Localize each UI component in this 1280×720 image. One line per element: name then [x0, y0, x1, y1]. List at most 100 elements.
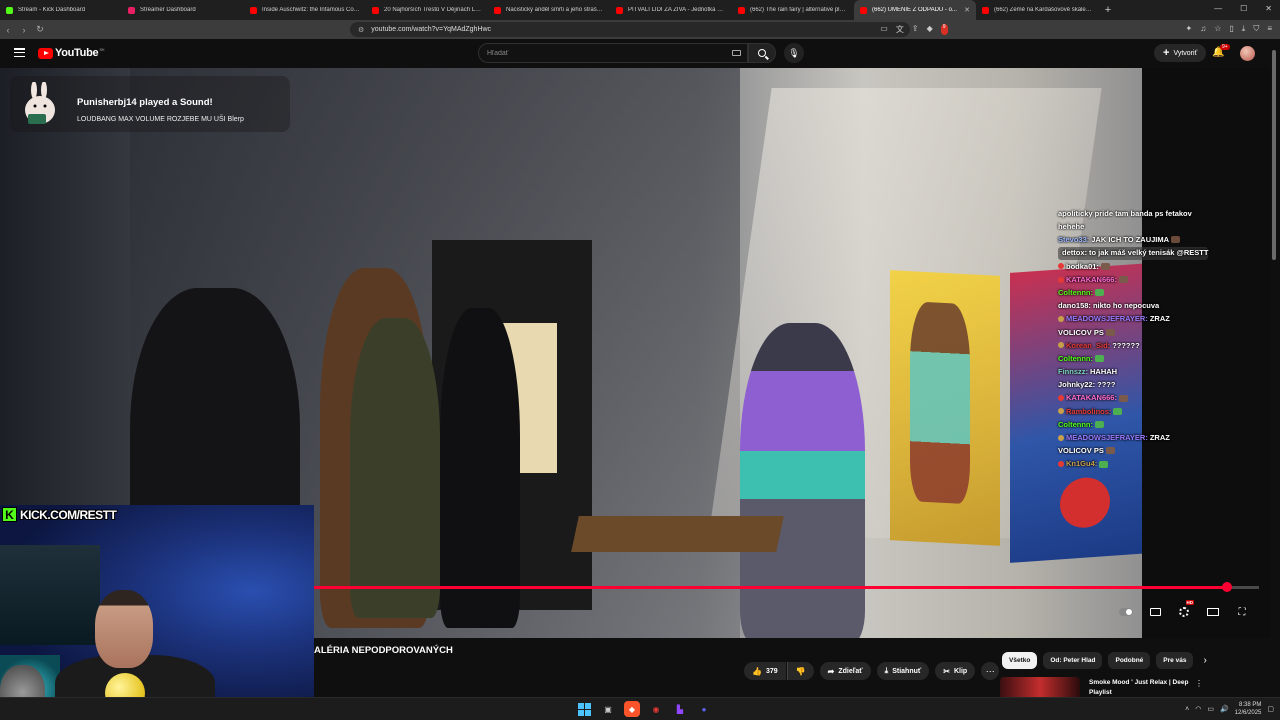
recommended-more-icon[interactable]: ⋮: [1195, 679, 1203, 688]
chat-message: VOLICOV PS: [1058, 326, 1208, 339]
translate-icon[interactable]: 文: [896, 24, 904, 35]
maximize-icon[interactable]: ☐: [1240, 4, 1247, 13]
puzzle-icon[interactable]: ✦: [1186, 24, 1193, 35]
scrubber-handle[interactable]: [1221, 582, 1232, 592]
chat-username: Finnszz:: [1058, 367, 1088, 377]
clip-button[interactable]: ✂ Klip: [935, 662, 976, 680]
twitch-icon[interactable]: ▙: [672, 701, 688, 717]
chat-username: Coltennn:: [1058, 419, 1093, 429]
reload-icon[interactable]: ↻: [32, 24, 48, 35]
kick-url: KICK.COM/RESTT: [20, 507, 117, 522]
share-page-icon[interactable]: ⇪: [912, 24, 919, 35]
chip-from-channel[interactable]: Od: Peter Hlad: [1043, 652, 1103, 669]
forward-icon[interactable]: ›: [16, 25, 32, 35]
discord-icon[interactable]: ●: [696, 701, 712, 717]
recommended-subtitle: Playlist: [1089, 689, 1112, 696]
chip-all[interactable]: Všetko: [1002, 652, 1038, 669]
subtitles-button[interactable]: [1147, 604, 1163, 620]
recommended-video[interactable]: Smoke Mood ' Just Relax | Deep Playlist …: [1000, 677, 1203, 697]
cast-icon[interactable]: ▭: [880, 24, 888, 35]
chat-text: apoliticky pride tam banda ps fetakov: [1058, 208, 1192, 218]
tab-close-icon[interactable]: ✕: [964, 6, 970, 14]
shield-icon[interactable]: ⛉: [1253, 24, 1259, 35]
search-input[interactable]: [487, 49, 717, 57]
recommended-thumbnail[interactable]: [1000, 677, 1080, 697]
chevron-right-icon[interactable]: ›: [1203, 655, 1206, 666]
dislike-button[interactable]: 👎: [786, 662, 814, 680]
autoplay-toggle[interactable]: [1118, 604, 1134, 620]
youtube-logo[interactable]: YouTube SK: [38, 47, 105, 59]
chat-text: hehehe: [1058, 222, 1085, 232]
task-view-icon[interactable]: ▣: [600, 701, 616, 717]
site-info-icon[interactable]: ⚙: [358, 26, 364, 34]
browser-tab[interactable]: Stream - Kick Dashboard: [0, 0, 122, 20]
keyboard-icon[interactable]: [732, 50, 741, 56]
browser-tab[interactable]: Nacistický anděl smrti a jeho strašliv..…: [488, 0, 610, 20]
tab-favicon-icon: [250, 6, 257, 14]
network-icon[interactable]: ▭: [1207, 705, 1214, 713]
browser-tab[interactable]: Streamer Dashboard: [122, 0, 244, 20]
chat-text: ZRAZ: [1149, 433, 1170, 443]
avatar[interactable]: [1240, 46, 1255, 61]
notification-center-icon[interactable]: ▢: [1267, 705, 1274, 713]
download-icon[interactable]: ⤓: [1242, 24, 1246, 35]
windows-start-icon[interactable]: [576, 701, 592, 717]
tab-title: PITVALI LIDI ZA ŽIVA - Jednotka 731: [628, 7, 726, 13]
scrollbar-thumb[interactable]: [1272, 50, 1276, 260]
chip-related[interactable]: Podobné: [1108, 652, 1151, 669]
browser-tab[interactable]: (662) UMENIE Z ODPADU - o... ✕: [854, 0, 976, 20]
video-frame-person: [350, 318, 440, 618]
progress-bar[interactable]: [314, 582, 1259, 592]
tab-title: 20 Najhorších Trestů V Dějinách Lidst...: [384, 7, 482, 13]
browser-tab[interactable]: 20 Najhorších Trestů V Dějinách Lidst...: [366, 0, 488, 20]
search-button[interactable]: [748, 43, 776, 63]
chat-badge-icon: [1058, 434, 1064, 441]
bookmark-icon[interactable]: ☆: [1214, 24, 1221, 35]
system-tray: ˄ ◠ ▭ 🔊 8:38 PM 12/6/2025 ▢: [1185, 701, 1274, 717]
like-button[interactable]: 👍 379: [744, 662, 786, 680]
browser-tab[interactable]: (662) The rain fairy | alternative playl…: [732, 0, 854, 20]
tray-chevron-icon[interactable]: ˄: [1185, 706, 1189, 713]
extension-icon[interactable]: ◆: [927, 24, 933, 35]
obs-icon[interactable]: ◉: [648, 701, 664, 717]
chat-message: KATAKAN666:: [1058, 392, 1208, 405]
browser-tab[interactable]: (662) Země na Kardašovově škále - Yo...: [976, 0, 1098, 20]
clock[interactable]: 8:38 PM 12/6/2025: [1235, 701, 1262, 717]
chat-username: Coltennn:: [1058, 287, 1093, 297]
sound-alert: Punisherbj14 played a Sound! LOUDBANG MA…: [10, 76, 290, 132]
chat-message: apoliticky pride tam banda ps fetakov: [1058, 207, 1208, 220]
menu-icon[interactable]: ≡: [1267, 24, 1272, 35]
chat-badge-icon: [1058, 395, 1064, 402]
new-tab-button[interactable]: +: [1098, 4, 1118, 16]
volume-icon[interactable]: 🔊: [1220, 705, 1229, 713]
back-icon[interactable]: ‹: [0, 25, 16, 35]
chip-for-you[interactable]: Pre vás: [1156, 652, 1194, 669]
minimize-icon[interactable]: —: [1214, 4, 1222, 13]
chat-message: Rambolinos:: [1058, 405, 1208, 418]
more-actions-button[interactable]: ⋯: [981, 662, 1000, 680]
theater-mode-button[interactable]: [1205, 604, 1221, 620]
browser-tab-bar: Stream - Kick Dashboard Streamer Dashboar…: [0, 0, 1280, 20]
tab-title: (662) UMENIE Z ODPADU - o...: [872, 7, 957, 13]
wifi-icon[interactable]: ◠: [1195, 705, 1201, 713]
create-button[interactable]: + Vytvoriť: [1154, 44, 1207, 62]
hamburger-menu-icon[interactable]: [14, 48, 25, 57]
voice-search-button[interactable]: 🎙: [784, 43, 804, 63]
download-button[interactable]: ⤓ Stiahnuť: [876, 662, 930, 680]
close-window-icon[interactable]: ✕: [1265, 4, 1272, 13]
sidebar-icon[interactable]: ▯: [1229, 24, 1233, 35]
page-scrollbar[interactable]: [1272, 42, 1277, 697]
browser-tab[interactable]: Inside Auschwitz: the Infamous Conc...: [244, 0, 366, 20]
brave-browser-icon[interactable]: ◆: [624, 701, 640, 717]
clock-date: 12/6/2025: [1234, 710, 1262, 716]
chat-emote-icon: [1095, 289, 1104, 297]
recommended-title[interactable]: Smoke Mood ' Just Relax | Deep: [1089, 679, 1188, 686]
fullscreen-button[interactable]: ⛶: [1234, 604, 1250, 620]
tab-favicon-icon: [860, 6, 867, 14]
browser-tab[interactable]: PITVALI LIDI ZA ŽIVA - Jednotka 731: [610, 0, 732, 20]
chat-badge-icon: [1058, 263, 1064, 270]
settings-button[interactable]: HD: [1176, 600, 1194, 620]
media-icon[interactable]: ♫: [1200, 24, 1206, 35]
share-button[interactable]: ➦ Zdieľať: [819, 662, 871, 680]
url-field[interactable]: ⚙ youtube.com/watch?v=YqMAdZghHwc: [350, 22, 910, 37]
